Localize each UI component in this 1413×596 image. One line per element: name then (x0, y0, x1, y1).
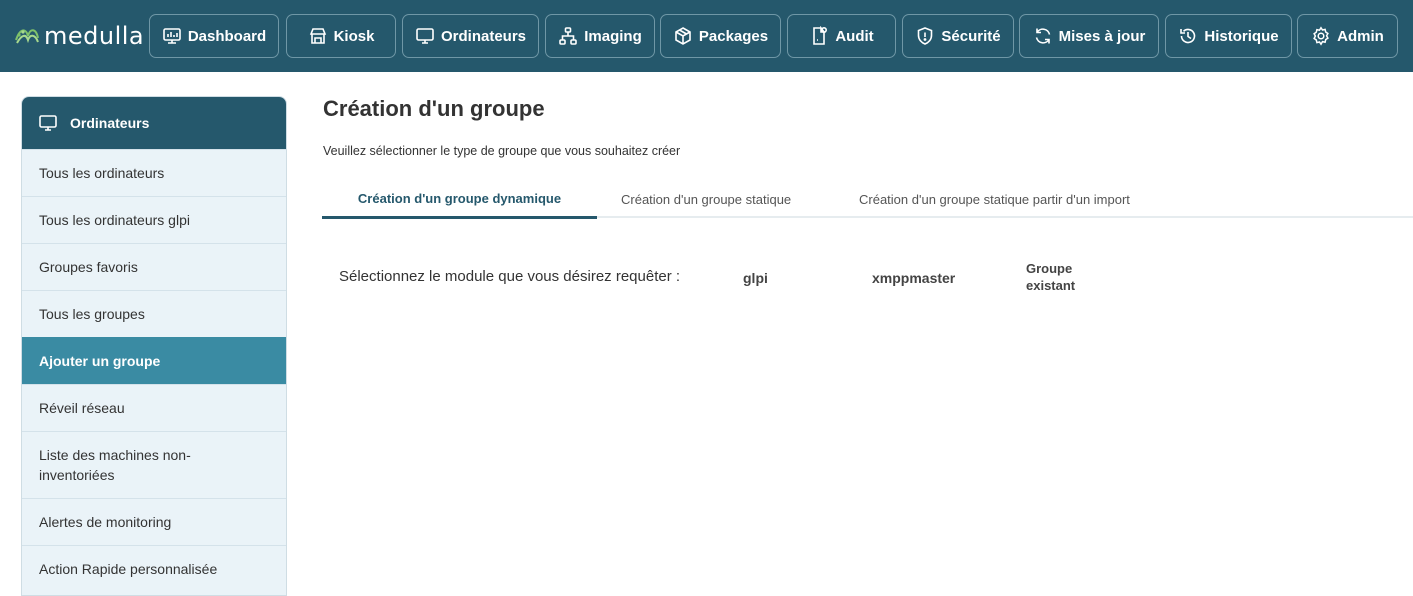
nav-mises-a-jour-label: Mises à jour (1058, 27, 1146, 45)
refresh-icon (1035, 28, 1050, 44)
monitor-icon (416, 28, 434, 44)
nav-audit-button[interactable]: Audit (787, 14, 896, 58)
medulla-logo-icon (15, 29, 39, 44)
sidebar-item-ajouter-un-groupe[interactable]: Ajouter un groupe (22, 337, 286, 384)
nav-admin-button[interactable]: Admin (1297, 14, 1398, 58)
nav-dashboard-button[interactable]: Dashboard (149, 14, 279, 58)
dashboard-icon (163, 28, 181, 44)
module-option-xmppmaster[interactable]: xmppmaster (872, 270, 955, 286)
nav-imaging-label: Imaging (584, 27, 642, 45)
shield-icon (918, 27, 933, 45)
logo-text: medulla (44, 22, 145, 50)
sidebar-item-tous-les-ordinateurs[interactable]: Tous les ordinateurs (22, 149, 286, 196)
module-option-groupe-existant[interactable]: Groupe existant (1026, 260, 1096, 294)
sidebar-item-groupes-favoris[interactable]: Groupes favoris (22, 243, 286, 290)
module-select-label: Sélectionnez le module que vous désirez … (339, 268, 681, 285)
tab-groupe-statique-import[interactable]: Création d'un groupe statique partir d'u… (859, 180, 1130, 218)
sidebar-header: Ordinateurs (22, 97, 286, 149)
sidebar-item-alertes-de-monitoring[interactable]: Alertes de monitoring (22, 498, 286, 545)
page-title: Création d'un groupe (323, 96, 545, 121)
network-icon (559, 27, 578, 45)
nav-securite-label: Sécurité (941, 27, 1001, 45)
sidebar-item-tous-les-groupes[interactable]: Tous les groupes (22, 290, 286, 337)
package-icon (675, 27, 691, 45)
page-subtitle: Veuillez sélectionner le type de groupe … (323, 144, 681, 158)
monitor-icon (39, 115, 57, 131)
sidebar-item-machines-non-inventoriees[interactable]: Liste des machines non-inventoriées (22, 431, 286, 498)
top-navigation-bar: medulla Dashboard Kiosk Ordinateurs Imag… (0, 0, 1413, 72)
nav-kiosk-button[interactable]: Kiosk (286, 14, 396, 58)
tab-groupe-statique[interactable]: Création d'un groupe statique (621, 180, 791, 218)
kiosk-icon (309, 28, 326, 44)
nav-packages-button[interactable]: Packages (660, 14, 781, 58)
nav-mises-a-jour-button[interactable]: Mises à jour (1019, 14, 1159, 58)
nav-packages-label: Packages (698, 27, 769, 45)
nav-audit-label: Audit (835, 27, 874, 45)
medulla-logo[interactable]: medulla (14, 22, 144, 50)
sidebar: Ordinateurs Tous les ordinateurs Tous le… (21, 96, 287, 596)
nav-securite-button[interactable]: Sécurité (902, 14, 1014, 58)
sidebar-header-label: Ordinateurs (70, 115, 150, 131)
sidebar-item-tous-les-ordinateurs-glpi[interactable]: Tous les ordinateurs glpi (22, 196, 286, 243)
nav-historique-label: Historique (1204, 27, 1279, 45)
nav-dashboard-label: Dashboard (187, 27, 267, 45)
sidebar-item-action-rapide-personnalisee[interactable]: Action Rapide personnalisée (22, 545, 286, 592)
tab-groupe-dynamique[interactable]: Création d'un groupe dynamique (322, 180, 597, 219)
gear-icon (1313, 26, 1330, 46)
audit-icon (813, 26, 828, 45)
nav-historique-button[interactable]: Historique (1165, 14, 1292, 58)
nav-ordinateurs-label: Ordinateurs (440, 27, 527, 45)
nav-admin-label: Admin (1337, 27, 1384, 45)
nav-ordinateurs-button[interactable]: Ordinateurs (402, 14, 539, 58)
nav-kiosk-label: Kiosk (333, 27, 375, 45)
sidebar-item-reveil-reseau[interactable]: Réveil réseau (22, 384, 286, 431)
module-option-glpi[interactable]: glpi (743, 270, 768, 286)
history-icon (1180, 28, 1196, 44)
group-type-tabs: Création d'un groupe dynamique Création … (322, 180, 1413, 219)
nav-imaging-button[interactable]: Imaging (545, 14, 655, 58)
